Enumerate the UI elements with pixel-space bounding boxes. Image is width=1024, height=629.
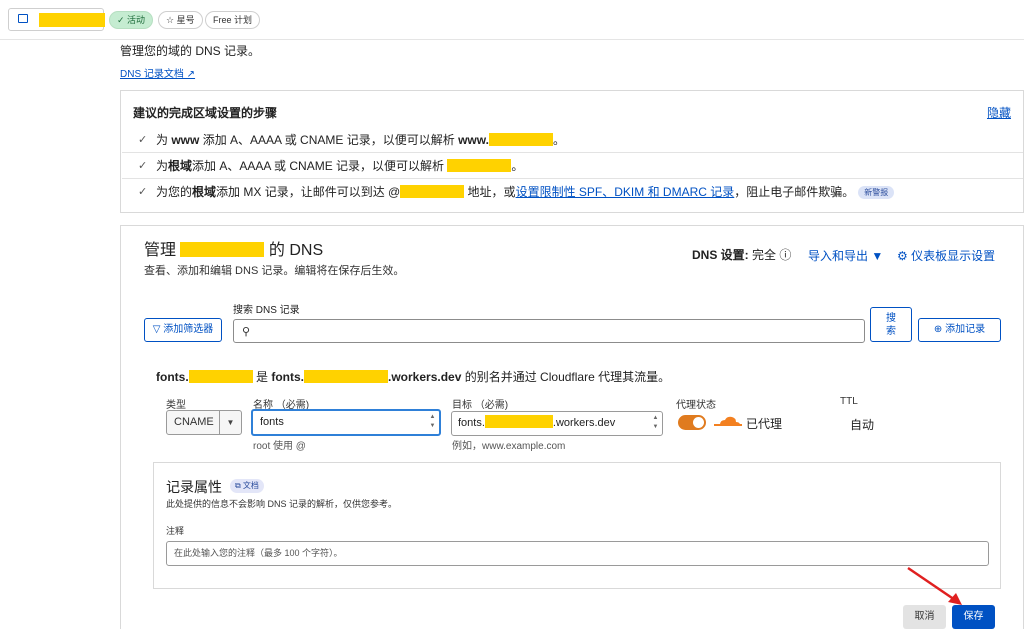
add-record-button[interactable]: ⊕ 添加记录 <box>918 318 1001 342</box>
redacted-domain <box>180 242 265 257</box>
status-badge: ✓ 活动 <box>109 11 154 29</box>
redacted-domain <box>447 159 512 172</box>
proxy-toggle[interactable] <box>678 415 706 430</box>
divider <box>1000 462 1001 588</box>
ttl-label: TTL <box>840 396 858 407</box>
dns-settings[interactable]: DNS 设置: 完全 ⓘ <box>692 246 791 263</box>
docs-badge[interactable]: ⧉ 文档 <box>230 479 264 493</box>
divider <box>153 462 1001 463</box>
page-title: 管理 的 DNS <box>144 242 324 259</box>
search-label: 搜索 DNS 记录 <box>233 305 300 316</box>
calendar-icon <box>18 14 28 23</box>
divider <box>153 588 1001 589</box>
search-input[interactable]: ⚲ <box>233 319 865 343</box>
proxy-status-value: 已代理 <box>746 417 783 431</box>
name-hint: root 使用 @ <box>253 441 306 452</box>
cloud-icon <box>714 416 742 426</box>
redacted-domain <box>188 370 253 383</box>
proxy-status-label: 代理状态 <box>676 400 716 411</box>
redacted-domain <box>39 13 105 27</box>
record-info: fonts. 是 fonts. .workers.dev 的别名并通过 Cloud… <box>156 370 671 384</box>
name-field[interactable]: fonts ▲ ▼ <box>251 409 441 436</box>
ttl-value: 自动 <box>850 418 875 432</box>
redacted-domain <box>484 415 553 428</box>
redacted-domain <box>488 133 553 146</box>
domain-selector[interactable] <box>8 8 105 31</box>
redacted-domain <box>304 370 389 383</box>
search-button[interactable]: 搜 索 <box>870 307 912 342</box>
check-icon: ✓ <box>138 186 148 198</box>
add-filter-button[interactable]: ▽ 添加筛选器 <box>144 318 222 342</box>
toggle-knob <box>693 417 704 428</box>
record-properties-title: 记录属性 <box>166 479 222 495</box>
note-label: 注释 <box>166 526 185 536</box>
note-field[interactable]: 在此处输入您的注释（最多 100 个字符）。 <box>166 541 989 566</box>
dns-docs-link[interactable]: DNS 记录文档 ↗ <box>120 65 195 80</box>
hide-link[interactable]: 隐藏 <box>987 104 1011 121</box>
target-label: 目标 （必需) <box>452 400 509 411</box>
top-bar <box>0 0 1024 40</box>
suggestions-title: 建议的完成区域设置的步骤 <box>133 106 278 120</box>
annotation-arrow-icon <box>907 566 962 605</box>
search-icon: ⚲ <box>242 326 251 338</box>
chevron-down-icon: ▼ <box>219 411 241 434</box>
record-properties-subtitle: 此处提供的信息不会影响 DNS 记录的解析，仅供您参考。 <box>166 499 398 509</box>
redacted-domain <box>400 185 465 198</box>
spf-dkim-dmarc-link[interactable]: 设置限制性 SPF、DKIM 和 DMARC 记录 <box>516 185 735 199</box>
suggestion-row-mx: ✓ 为您的根域添加 MX 记录，让邮件可以到达 @ 地址，或设置限制性 SPF、… <box>122 180 1023 205</box>
record-type-select[interactable]: CNAME ▼ <box>166 410 242 435</box>
stepper-icon: ▲ ▼ <box>652 415 659 430</box>
type-label: 类型 <box>166 400 186 411</box>
divider <box>153 462 154 588</box>
new-alert-badge: 新警报 <box>858 186 895 199</box>
import-export-menu[interactable]: 导入和导出 ▼ <box>808 247 883 264</box>
suggestion-row-root: ✓ 为根域添加 A、AAAA 或 CNAME 记录，以便可以解析 。 <box>122 154 1023 179</box>
check-icon: ✓ <box>138 160 148 172</box>
dashboard-display-settings[interactable]: ⚙ 仪表板显示设置 <box>897 247 995 264</box>
check-icon: ✓ <box>138 134 148 146</box>
stepper-icon: ▲ ▼ <box>429 414 436 429</box>
target-field[interactable]: fonts. .workers.dev ▲ ▼ <box>451 411 663 436</box>
target-hint: 例如，www.example.com <box>452 441 566 452</box>
panel-subtitle: 查看、添加和编辑 DNS 记录。编辑将在保存后生效。 <box>144 265 405 277</box>
star-button[interactable]: ☆ 星号 <box>158 11 203 29</box>
plan-badge[interactable]: Free 计划 <box>205 11 261 29</box>
setup-suggestions: 建议的完成区域设置的步骤 隐藏 ✓ 为 www 添加 A、AAAA 或 CNAM… <box>120 90 1024 213</box>
suggestion-row-www: ✓ 为 www 添加 A、AAAA 或 CNAME 记录，以便可以解析 www.… <box>122 128 1023 153</box>
page-intro: 管理您的域的 DNS 记录。 <box>120 44 261 58</box>
